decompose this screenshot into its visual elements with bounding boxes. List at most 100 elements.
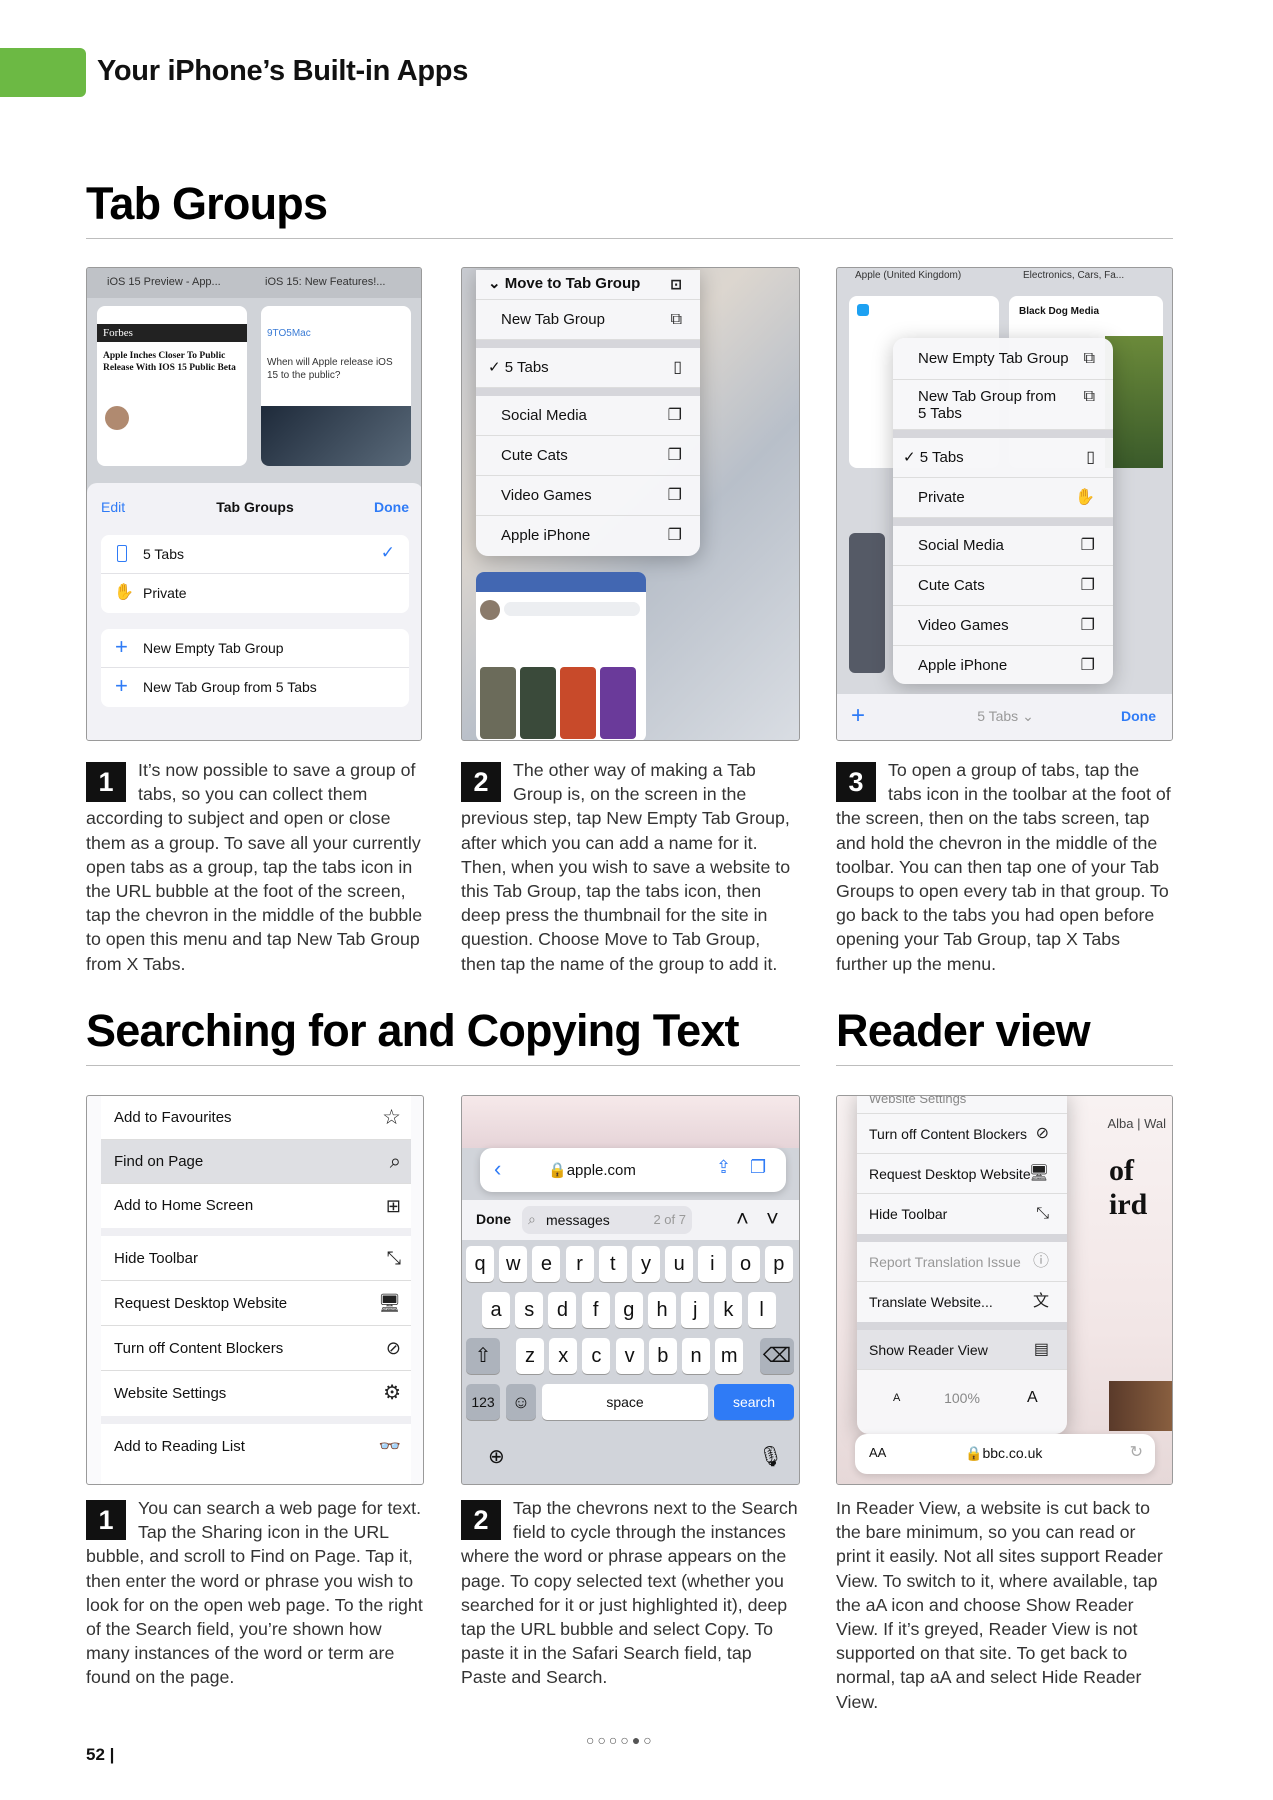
chevron-down-icon[interactable]: ˅ — [766, 1206, 779, 1232]
key-e[interactable]: e — [532, 1246, 561, 1282]
done-button[interactable]: Done — [374, 499, 409, 515]
menu-row-turn-off-content-blockers[interactable]: Turn off Content Blockers ⊘ — [857, 1114, 1067, 1154]
key-i[interactable]: i — [698, 1246, 727, 1282]
done-button[interactable]: Done — [476, 1211, 511, 1227]
key-h[interactable]: h — [648, 1292, 676, 1328]
key-t[interactable]: t — [598, 1246, 627, 1282]
menu-row-hide-toolbar[interactable]: Hide Toolbar ⤡ — [857, 1194, 1067, 1234]
row-label: Turn off Content Blockers — [114, 1340, 284, 1357]
tab-title-left[interactable]: Apple (United Kingdom) — [855, 270, 961, 281]
key-m[interactable]: m — [715, 1338, 744, 1374]
group-row-5-tabs[interactable]: 5 Tabs ✓ — [101, 535, 409, 574]
emoji-key[interactable]: ☺ — [506, 1384, 536, 1420]
menu-row-video-games[interactable]: Video Games ❐ — [476, 476, 700, 516]
key-g[interactable]: g — [614, 1292, 643, 1328]
key-d[interactable]: d — [548, 1292, 577, 1328]
row-label: New Tab Group from 5 Tabs — [143, 679, 317, 695]
menu-header[interactable]: ⌄ Move to Tab Group ⊡ — [476, 270, 700, 300]
key-j[interactable]: j — [681, 1292, 710, 1328]
facebook-thumbnail[interactable] — [476, 572, 646, 740]
key-q[interactable]: q — [466, 1246, 494, 1282]
menu-row-cute-cats[interactable]: Cute Cats ❐ — [893, 566, 1113, 606]
action-turn-off-content-blockers[interactable]: Turn off Content Blockers ⊘ — [101, 1326, 411, 1371]
screenshot-find-on-page: ‹ 🔒apple.com ⇪ ❐ Done ⌕ messages 2 of 7 … — [461, 1095, 800, 1485]
key-c[interactable]: c — [582, 1338, 611, 1374]
key-n[interactable]: n — [682, 1338, 710, 1374]
tab-card-forbes[interactable]: Forbes Apple Inches Closer To Public Rel… — [97, 306, 247, 466]
action-hide-toolbar[interactable]: Hide Toolbar ⤡ — [101, 1236, 411, 1281]
numbers-key[interactable]: 123 — [466, 1384, 500, 1420]
key-p[interactable]: p — [764, 1246, 793, 1282]
key-x[interactable]: x — [549, 1338, 578, 1374]
caption-searching-1: 1 You can search a web page for text. Tap… — [86, 1496, 424, 1690]
key-v[interactable]: v — [615, 1338, 644, 1374]
action-add-to-home-screen[interactable]: Add to Home Screen ⊞ — [101, 1184, 411, 1228]
menu-row-new-empty-tab-group[interactable]: New Empty Tab Group ⧉ — [893, 338, 1113, 380]
caption-text: You can search a web page for text. Tap … — [86, 1498, 423, 1688]
menu-row-private[interactable]: Private ✋ — [893, 478, 1113, 518]
caption-text: To open a group of tabs, tap the tabs ic… — [836, 760, 1171, 974]
tabs-icon[interactable]: ❐ — [750, 1157, 766, 1178]
reload-icon[interactable]: ↻ — [1130, 1442, 1143, 1462]
row-label: Request Desktop Website — [114, 1295, 288, 1312]
share-icon[interactable]: ⇪ — [716, 1157, 731, 1178]
key-k[interactable]: k — [714, 1292, 743, 1328]
menu-row-request-desktop-website[interactable]: Request Desktop Website 🖥 — [857, 1154, 1067, 1194]
key-r[interactable]: r — [565, 1246, 594, 1282]
key-l[interactable]: l — [747, 1292, 776, 1328]
key-b[interactable]: b — [648, 1338, 677, 1374]
key-o[interactable]: o — [731, 1246, 760, 1282]
action-request-desktop-website[interactable]: Request Desktop Website 🖥 — [101, 1281, 411, 1326]
menu-row-social-media[interactable]: Social Media ❐ — [476, 396, 700, 436]
menu-row-cute-cats[interactable]: Cute Cats ❐ — [476, 436, 700, 476]
tab-title-right[interactable]: Electronics, Cars, Fa... — [1023, 270, 1124, 281]
menu-row-show-reader-view[interactable]: Show Reader View ▤ — [857, 1330, 1067, 1370]
tab-title-left[interactable]: iOS 15 Preview - App... — [107, 276, 221, 288]
find-search-field[interactable]: ⌕ messages 2 of 7 — [522, 1206, 692, 1234]
url-bubble[interactable]: AA 🔒bbc.co.uk ↻ — [855, 1434, 1155, 1474]
space-key[interactable]: space — [542, 1384, 708, 1420]
row-label: Translate Website... — [869, 1294, 993, 1310]
search-key[interactable]: search — [714, 1384, 794, 1420]
menu-row-video-games[interactable]: Video Games ❐ — [893, 606, 1113, 646]
menu-row-website-settings[interactable]: Website Settings — [857, 1096, 1067, 1114]
key-w[interactable]: w — [499, 1246, 528, 1282]
menu-row-translate-website[interactable]: Translate Website... 文 — [857, 1282, 1067, 1322]
microphone-icon[interactable]: 🎙 — [758, 1444, 783, 1469]
chevron-up-icon[interactable]: ˄ — [736, 1206, 749, 1232]
menu-row-new-tab-group-from[interactable]: New Tab Group from 5 Tabs ⧉ — [893, 380, 1113, 430]
shift-key[interactable]: ⇧ — [466, 1338, 500, 1374]
key-f[interactable]: f — [581, 1292, 610, 1328]
menu-row-new-tab-group[interactable]: New Tab Group ⧉ — [476, 300, 700, 340]
key-y[interactable]: y — [632, 1246, 660, 1282]
key-s[interactable]: s — [515, 1292, 544, 1328]
menu-row-social-media[interactable]: Social Media ❐ — [893, 526, 1113, 566]
action-add-to-reading-list[interactable]: Add to Reading List 👓 — [101, 1424, 411, 1469]
action-find-on-page[interactable]: Find on Page ⌕ — [101, 1140, 411, 1184]
row-label: New Empty Tab Group — [143, 640, 284, 656]
new-empty-tab-group-row[interactable]: + New Empty Tab Group — [101, 629, 409, 668]
key-u[interactable]: u — [665, 1246, 694, 1282]
key-a[interactable]: a — [482, 1292, 510, 1328]
action-website-settings[interactable]: Website Settings ⚙ — [101, 1371, 411, 1416]
tab-card-9to5mac[interactable]: 9TO5Mac When will Apple release iOS 15 t… — [261, 306, 411, 466]
new-tab-group-from-tabs-row[interactable]: + New Tab Group from 5 Tabs — [101, 668, 409, 707]
action-add-to-favourites[interactable]: Add to Favourites ☆ — [101, 1096, 411, 1140]
aa-button[interactable]: AA — [869, 1445, 886, 1460]
backspace-key[interactable]: ⌫ — [760, 1338, 794, 1374]
group-row-private[interactable]: ✋ Private — [101, 574, 409, 613]
key-z[interactable]: z — [516, 1338, 544, 1374]
increase-text-button[interactable]: A — [1027, 1389, 1038, 1407]
menu-row-5-tabs[interactable]: ✓ 5 Tabs ▯ — [893, 438, 1113, 478]
tab-card-facebook[interactable] — [849, 533, 885, 673]
menu-row-report-translation-issue[interactable]: Report Translation Issue ⓘ — [857, 1242, 1067, 1282]
url-bubble[interactable]: ‹ 🔒apple.com ⇪ ❐ — [480, 1148, 786, 1192]
menu-row-apple-iphone[interactable]: Apple iPhone ❐ — [476, 516, 700, 556]
menu-row-apple-iphone[interactable]: Apple iPhone ❐ — [893, 646, 1113, 686]
globe-icon[interactable]: ⊕ — [488, 1444, 505, 1469]
back-chevron-icon[interactable]: ‹ — [494, 1156, 501, 1182]
done-button[interactable]: Done — [1121, 708, 1156, 724]
menu-row-5-tabs[interactable]: ✓ 5 Tabs ▯ — [476, 348, 700, 388]
bg-photo — [1109, 1381, 1172, 1431]
tab-title-right[interactable]: iOS 15: New Features!... — [265, 276, 385, 288]
